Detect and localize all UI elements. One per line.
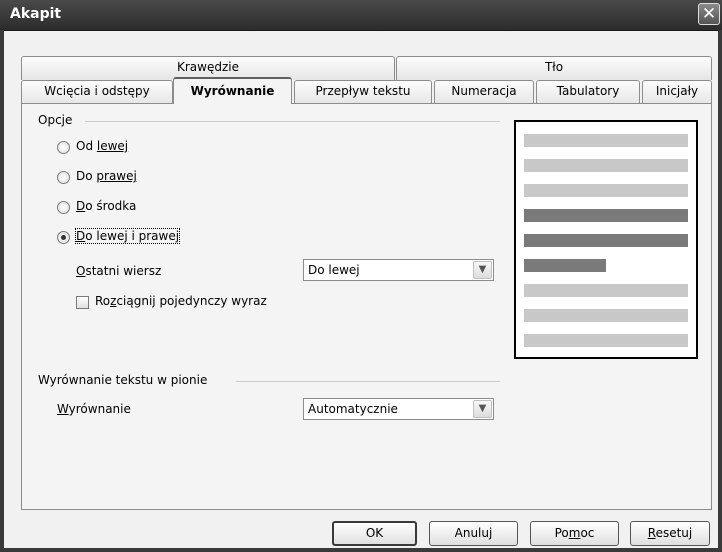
radio-do-srodka-label: Do środka bbox=[76, 199, 137, 213]
radio-do-prawej-label: Do prawej bbox=[76, 169, 137, 183]
tab-label: Numeracja bbox=[451, 84, 517, 98]
ok-button[interactable]: OK bbox=[332, 521, 417, 546]
vertical-group-title: Wyrównanie tekstu w pionie bbox=[38, 373, 208, 387]
radio-do-prawej[interactable] bbox=[57, 171, 70, 184]
preview-line bbox=[524, 334, 688, 347]
tab-label: Tabulatory bbox=[556, 84, 620, 98]
tab-label: Krawędzie bbox=[177, 60, 239, 74]
tab-wciecia-i-odstepy[interactable]: Wcięcia i odstępy bbox=[21, 80, 173, 104]
tab-label: Przepływ tekstu bbox=[315, 84, 411, 98]
radio-do-srodka[interactable] bbox=[57, 201, 70, 214]
tab-label: Wyrównanie bbox=[190, 84, 275, 98]
preview-line bbox=[524, 284, 688, 297]
options-group-title: Opcje bbox=[38, 113, 73, 127]
chevron-down-icon[interactable]: ▼ bbox=[473, 261, 492, 279]
tab-label: Inicjały bbox=[655, 84, 699, 98]
window-title: Akapit bbox=[10, 6, 62, 22]
help-button[interactable]: Pomoc bbox=[530, 521, 619, 546]
tab-label: Wcięcia i odstępy bbox=[44, 84, 150, 98]
title-bar[interactable]: Akapit ✕ bbox=[0, 0, 722, 31]
radio-do-lewej-i-prawej-label: Do lewej i prawej bbox=[74, 228, 181, 244]
preview-line bbox=[524, 234, 688, 247]
tab-tlo[interactable]: Tło bbox=[396, 56, 712, 80]
vertical-alignment-label: Wyrównanie bbox=[57, 402, 131, 416]
vertical-group-line bbox=[236, 381, 500, 382]
last-line-label: Ostatni wiersz bbox=[76, 264, 162, 278]
preview-line bbox=[524, 209, 688, 222]
tab-przeplyw-tekstu[interactable]: Przepływ tekstu bbox=[294, 80, 432, 104]
cancel-button[interactable]: Anuluj bbox=[429, 521, 518, 546]
window-frame-bottom bbox=[0, 548, 722, 552]
radio-do-lewej-i-prawej[interactable] bbox=[57, 231, 70, 244]
window-frame-left bbox=[0, 30, 4, 552]
vertical-alignment-select[interactable]: Automatycznie ▼ bbox=[303, 398, 494, 420]
last-line-value: Do lewej bbox=[308, 263, 360, 277]
close-button[interactable]: ✕ bbox=[698, 3, 720, 25]
radio-od-lewej-label: Od lewej bbox=[76, 139, 129, 153]
preview-line bbox=[524, 259, 606, 272]
tab-inicjaly[interactable]: Inicjały bbox=[642, 80, 712, 104]
options-group-line bbox=[85, 121, 500, 122]
tab-tabulatory[interactable]: Tabulatory bbox=[536, 80, 640, 104]
alignment-preview bbox=[514, 120, 698, 359]
chevron-down-icon[interactable]: ▼ bbox=[473, 400, 492, 418]
vertical-alignment-value: Automatycznie bbox=[308, 402, 398, 416]
stretch-word-label: Rozciągnij pojedynczy wyraz bbox=[95, 294, 267, 308]
tab-label: Tło bbox=[544, 60, 564, 74]
tab-numeracja[interactable]: Numeracja bbox=[434, 80, 534, 104]
window-frame-right bbox=[718, 30, 722, 552]
preview-line bbox=[524, 309, 688, 322]
last-line-select[interactable]: Do lewej ▼ bbox=[303, 259, 494, 281]
radio-od-lewej[interactable] bbox=[57, 141, 70, 154]
preview-line bbox=[524, 134, 688, 147]
tab-wyrownanie[interactable]: Wyrównanie bbox=[173, 77, 292, 104]
close-icon: ✕ bbox=[701, 4, 717, 24]
preview-line bbox=[524, 159, 688, 172]
stretch-word-checkbox[interactable] bbox=[76, 296, 89, 309]
preview-line bbox=[524, 184, 688, 197]
reset-button[interactable]: Resetuj bbox=[630, 521, 710, 546]
